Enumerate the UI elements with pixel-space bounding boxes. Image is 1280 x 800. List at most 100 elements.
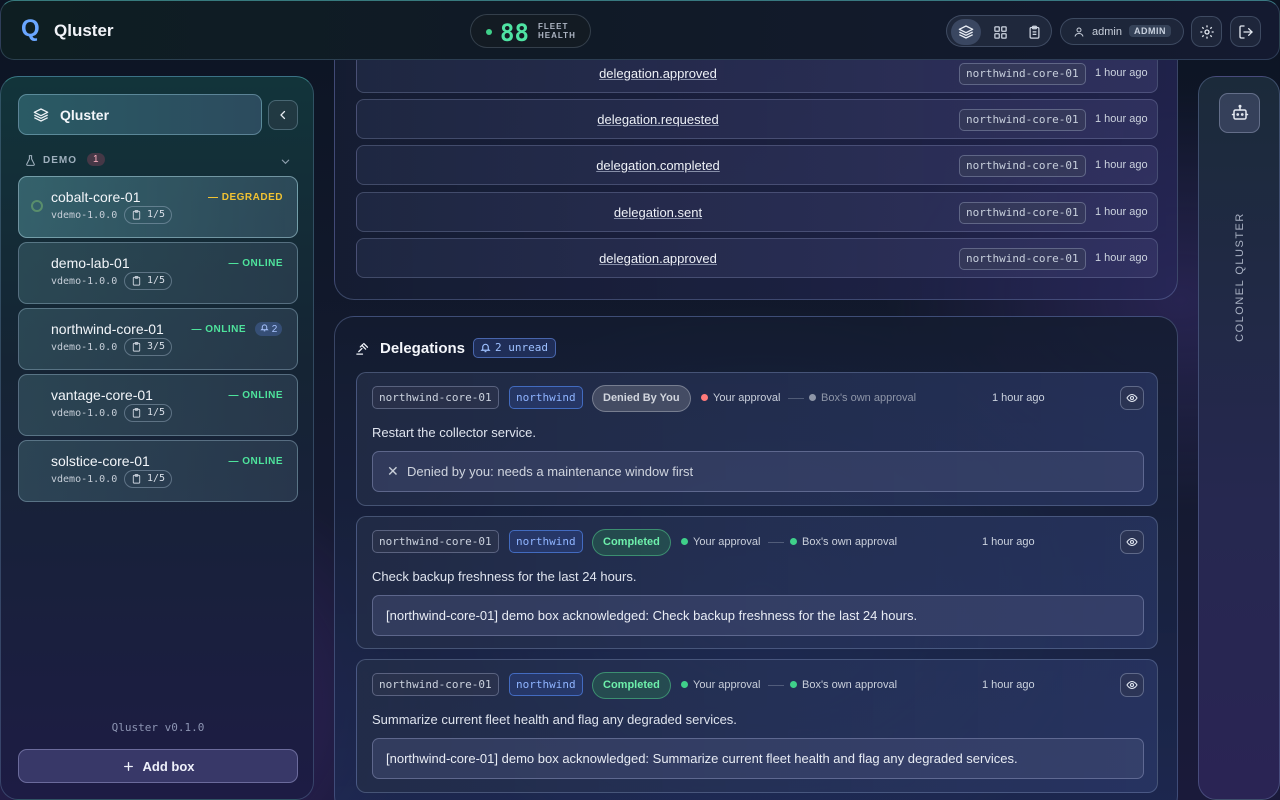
clipboard-icon — [132, 275, 141, 286]
group-label: DEMO — [43, 155, 77, 166]
app-version: Qluster v0.1.0 — [111, 721, 205, 734]
box-approval-label: Box's own approval — [802, 536, 898, 548]
sidebar-header[interactable]: Qluster — [18, 94, 262, 135]
chevron-down-icon — [281, 159, 290, 165]
box-slots-badge: 1/5 — [124, 470, 173, 488]
assistant-label: COLONEL QLUSTER — [1234, 212, 1246, 342]
event-box-tag: northwind-core-01 — [959, 248, 1086, 270]
close-icon: ✕ — [387, 463, 399, 479]
event-box-tag: northwind-core-01 — [959, 202, 1086, 224]
your-approval-indicator: Your approval — [701, 392, 780, 404]
event-row[interactable]: delegation.completed northwind-core-01 1… — [356, 145, 1158, 185]
delegation-card: northwind-core-01 northwind Completed Yo… — [356, 516, 1158, 649]
box-slots-badge: 1/5 — [124, 206, 173, 224]
user-name: admin — [1092, 26, 1122, 38]
logout-button[interactable] — [1230, 16, 1261, 47]
approval-status-dot — [701, 394, 708, 401]
open-assistant-button[interactable] — [1219, 93, 1260, 133]
collapse-sidebar-button[interactable] — [268, 100, 298, 130]
layers-icon — [958, 25, 974, 39]
unread-badge: 2 unread — [473, 338, 556, 358]
event-box-tag: northwind-core-01 — [959, 109, 1086, 131]
event-time: 1 hour ago — [1095, 206, 1148, 218]
view-switcher — [946, 15, 1052, 47]
events-panel: delegation.approved northwind-core-01 1 … — [334, 40, 1178, 300]
delegation-repo-tag: northwind — [509, 530, 583, 553]
delegation-box-tag: northwind-core-01 — [372, 673, 499, 696]
view-delegation-button[interactable] — [1120, 530, 1144, 554]
box-name: vantage-core-01 — [51, 387, 153, 403]
eye-icon — [1126, 393, 1138, 403]
box-item-vantage-core-01[interactable]: vantage-core-01 vdemo-1.0.0 1/5 — ONLINE — [18, 374, 298, 436]
event-row[interactable]: delegation.approved northwind-core-01 1 … — [356, 238, 1158, 278]
event-name: delegation.sent — [613, 205, 703, 220]
event-time: 1 hour ago — [1095, 252, 1148, 264]
event-name: delegation.completed — [596, 158, 720, 173]
event-time: 1 hour ago — [1095, 67, 1148, 79]
delegation-state-badge: Completed — [592, 529, 671, 556]
assistant-rail: COLONEL QLUSTER — [1198, 76, 1280, 800]
clipboard-view-button[interactable] — [1019, 19, 1049, 45]
box-slots: 1/5 — [147, 473, 166, 484]
event-row[interactable]: delegation.requested northwind-core-01 1… — [356, 99, 1158, 139]
grid-view-button[interactable] — [985, 19, 1015, 45]
box-approval-label: Box's own approval — [802, 679, 898, 691]
add-box-label: Add box — [142, 758, 195, 774]
box-name: cobalt-core-01 — [51, 189, 141, 205]
box-item-northwind-core-01[interactable]: northwind-core-01 vdemo-1.0.0 3/5 — ONLI… — [18, 308, 298, 370]
box-item-demo-lab-01[interactable]: demo-lab-01 vdemo-1.0.0 1/5 — ONLINE — [18, 242, 298, 304]
event-row[interactable]: delegation.sent northwind-core-01 1 hour… — [356, 192, 1158, 232]
your-approval-label: Your approval — [693, 536, 761, 548]
box-version: vdemo-1.0.0 — [51, 408, 118, 419]
delegation-task: Summarize current fleet health and flag … — [372, 712, 737, 727]
box-name: solstice-core-01 — [51, 453, 150, 469]
event-time: 1 hour ago — [1095, 159, 1148, 171]
user-icon — [1074, 27, 1084, 37]
gavel-icon — [356, 342, 369, 355]
fleet-health-label: FLEET HEALTH — [538, 22, 576, 40]
box-version: vdemo-1.0.0 — [51, 210, 118, 221]
group-header-demo[interactable]: DEMO 1 — [24, 153, 298, 169]
bell-icon — [260, 324, 269, 332]
approval-connector — [768, 542, 784, 543]
event-name: delegation.approved — [599, 251, 717, 266]
delegation-repo-tag: northwind — [509, 673, 583, 696]
box-name: northwind-core-01 — [51, 321, 164, 337]
view-delegation-button[interactable] — [1120, 673, 1144, 697]
unread-count: 2 unread — [495, 341, 548, 354]
box-slots: 1/5 — [147, 275, 166, 286]
robot-icon — [1231, 104, 1248, 120]
event-name: delegation.requested — [597, 112, 719, 127]
settings-button[interactable] — [1191, 16, 1222, 47]
top-header: Q Qluster 88 FLEET HEALTH admin ADMIN — [0, 0, 1280, 60]
box-item-solstice-core-01[interactable]: solstice-core-01 vdemo-1.0.0 1/5 — ONLIN… — [18, 440, 298, 502]
clipboard-icon — [132, 341, 141, 352]
event-name: delegation.approved — [599, 66, 717, 81]
delegation-time: 1 hour ago — [982, 679, 1035, 691]
box-version: vdemo-1.0.0 — [51, 342, 118, 353]
your-approval-label: Your approval — [693, 679, 761, 691]
box-sidebar: Qluster DEMO 1 cobalt-core-01 vdemo-1.0.… — [0, 76, 314, 800]
view-delegation-button[interactable] — [1120, 386, 1144, 410]
approval-connector — [788, 398, 804, 399]
delegation-result: [northwind-core-01] demo box acknowledge… — [372, 595, 1144, 636]
app-title: Qluster — [54, 21, 114, 40]
fleet-health-indicator: 88 FLEET HEALTH — [470, 14, 591, 48]
delegations-panel: Delegations 2 unread northwind-core-01 n… — [334, 316, 1178, 800]
box-slots-badge: 1/5 — [124, 272, 173, 290]
app-logo: Q — [21, 15, 40, 42]
approval-status-dot — [681, 681, 688, 688]
box-slots: 1/5 — [147, 209, 166, 220]
fleet-health-label-line1: FLEET — [538, 22, 569, 31]
box-item-cobalt-core-01[interactable]: cobalt-core-01 vdemo-1.0.0 1/5 — DEGRADE… — [18, 176, 298, 238]
delegation-result-text: Denied by you: needs a maintenance windo… — [407, 464, 694, 479]
approval-status-dot — [809, 394, 816, 401]
event-box-tag: northwind-core-01 — [959, 63, 1086, 85]
gear-icon — [1199, 24, 1214, 39]
box-slots: 1/5 — [147, 407, 166, 418]
your-approval-indicator: Your approval — [681, 679, 760, 691]
add-box-button[interactable]: Add box — [18, 749, 298, 783]
layers-view-button[interactable] — [951, 19, 981, 45]
approval-status-dot — [681, 538, 688, 545]
user-menu[interactable]: admin ADMIN — [1060, 18, 1184, 45]
